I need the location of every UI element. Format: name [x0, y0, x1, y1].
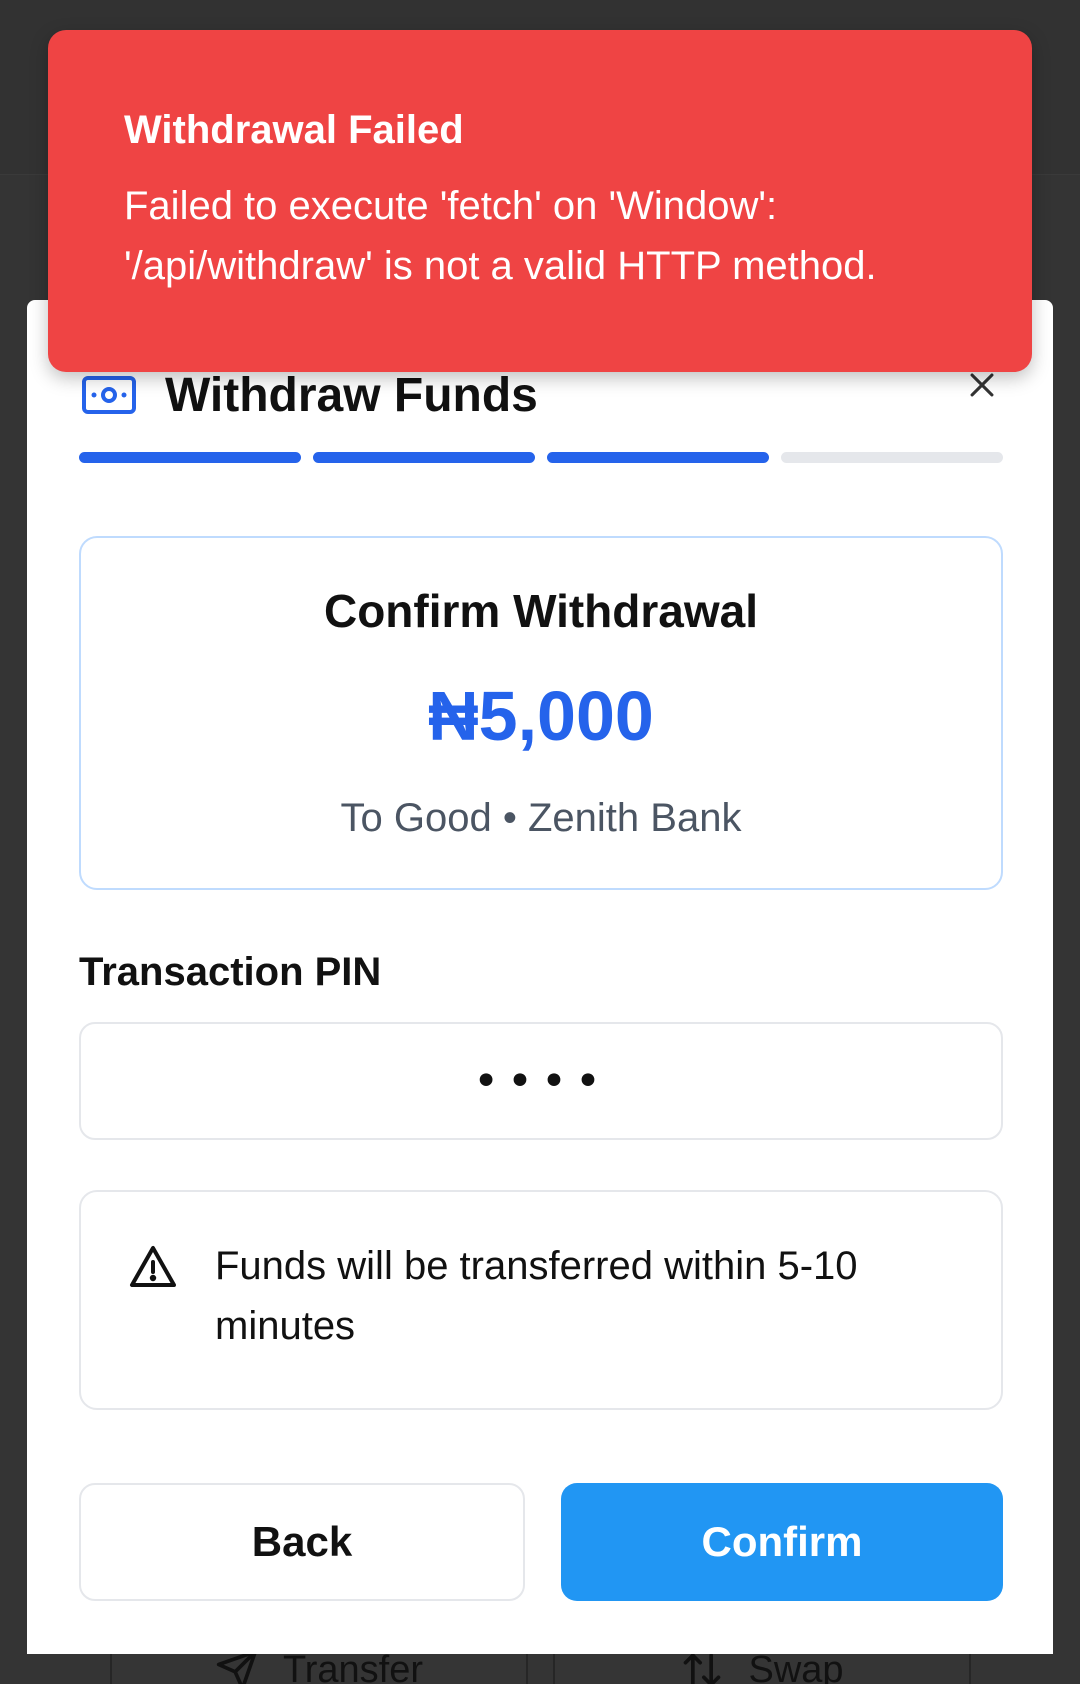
error-toast[interactable]: Withdrawal Failed Failed to execute 'fet…	[48, 30, 1032, 372]
confirm-button[interactable]: Confirm	[561, 1483, 1003, 1601]
progress-step-3	[547, 452, 769, 463]
summary-title: Confirm Withdrawal	[323, 585, 759, 637]
back-button[interactable]: Back	[79, 1483, 525, 1601]
toast-message: Failed to execute 'fetch' on 'Window': '…	[124, 184, 877, 288]
step-progress	[79, 452, 1003, 463]
notice-text: Funds will be transferred within 5-10 mi…	[215, 1244, 858, 1348]
close-icon[interactable]	[965, 368, 999, 402]
withdraw-modal: Withdraw Funds Confirm Withdrawal ₦5,000…	[27, 300, 1053, 1654]
progress-step-4	[781, 452, 1003, 463]
progress-step-2	[313, 452, 535, 463]
toast-title: Withdrawal Failed	[124, 108, 464, 152]
pin-label: Transaction PIN	[79, 950, 382, 994]
withdrawal-amount: ₦5,000	[428, 677, 654, 755]
pin-input[interactable]	[79, 1022, 1003, 1140]
money-icon	[82, 376, 136, 414]
withdrawal-summary-card: Confirm Withdrawal ₦5,000 To Good • Zeni…	[79, 536, 1003, 890]
recipient-details: To Good • Zenith Bank	[340, 796, 742, 840]
transfer-notice: Funds will be transferred within 5-10 mi…	[79, 1190, 1003, 1410]
modal-title: Withdraw Funds	[165, 368, 538, 422]
progress-step-1	[79, 452, 301, 463]
warning-icon	[130, 1246, 176, 1287]
